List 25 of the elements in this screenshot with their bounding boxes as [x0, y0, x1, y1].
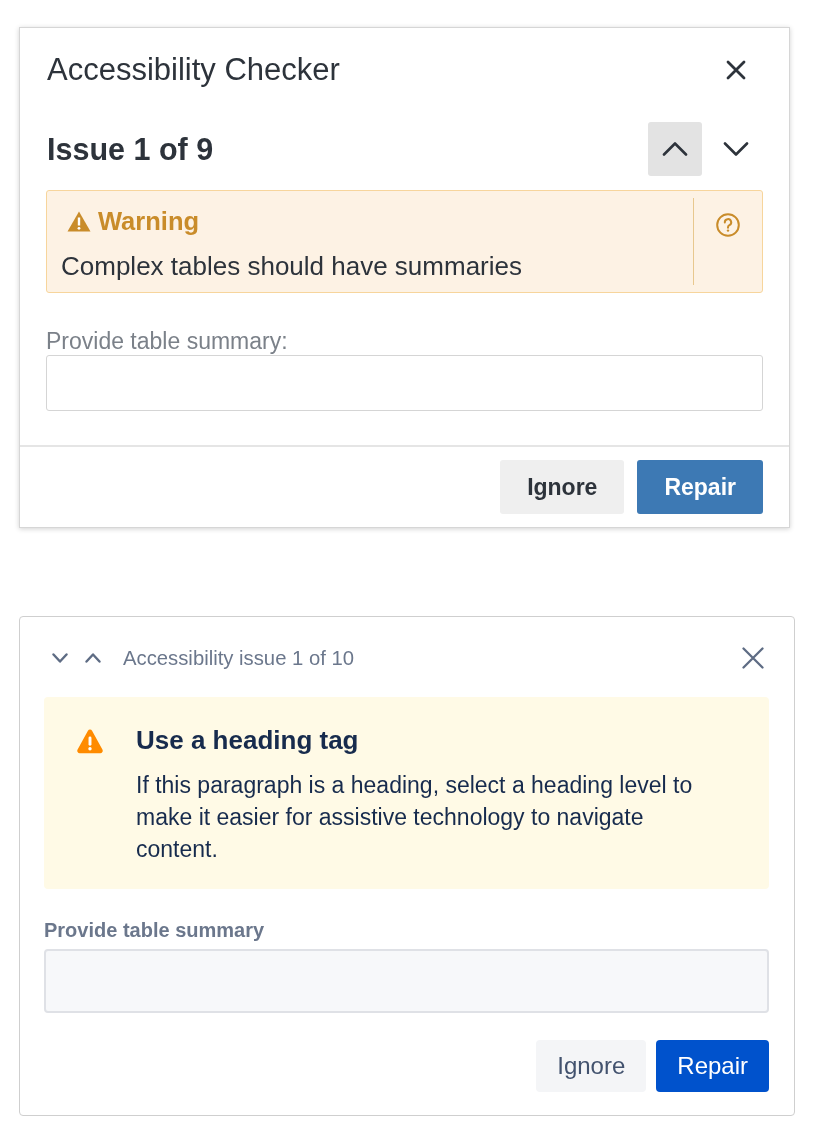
- field-label: Provide table summary: [44, 918, 266, 942]
- issue-message: Complex tables should have summaries: [61, 250, 523, 282]
- issue-counter: Accessibility issue 1 of 10: [123, 646, 356, 670]
- close-icon: [742, 647, 764, 669]
- summary-input[interactable]: [44, 949, 769, 1013]
- chevron-up-icon: [662, 142, 688, 156]
- ignore-button[interactable]: Ignore: [500, 460, 625, 514]
- chevron-down-icon: [723, 142, 749, 156]
- ignore-button[interactable]: Ignore: [536, 1040, 647, 1092]
- help-icon[interactable]: [716, 213, 740, 237]
- repair-button[interactable]: Repair: [637, 460, 763, 514]
- chevron-up-icon: [85, 653, 101, 663]
- repair-button[interactable]: Repair: [656, 1040, 769, 1092]
- issue-title: Use a heading tag: [136, 724, 360, 757]
- issue-counter: Issue 1 of 9: [46, 131, 214, 167]
- panel-title: Accessibility Checker: [46, 52, 340, 88]
- up-button[interactable]: [648, 122, 702, 176]
- warning-icon: [77, 729, 103, 754]
- summary-input[interactable]: [46, 355, 763, 411]
- warning-icon: [67, 210, 91, 232]
- issue-message: If this paragraph is a heading, select a heading level to make it easier for assistive technology to navigate content.: [136, 771, 694, 864]
- chevron-down-icon: [52, 653, 68, 663]
- field-label: Provide table summary:: [46, 328, 289, 354]
- close-icon: [726, 60, 746, 80]
- severity-label: Warning: [98, 206, 200, 236]
